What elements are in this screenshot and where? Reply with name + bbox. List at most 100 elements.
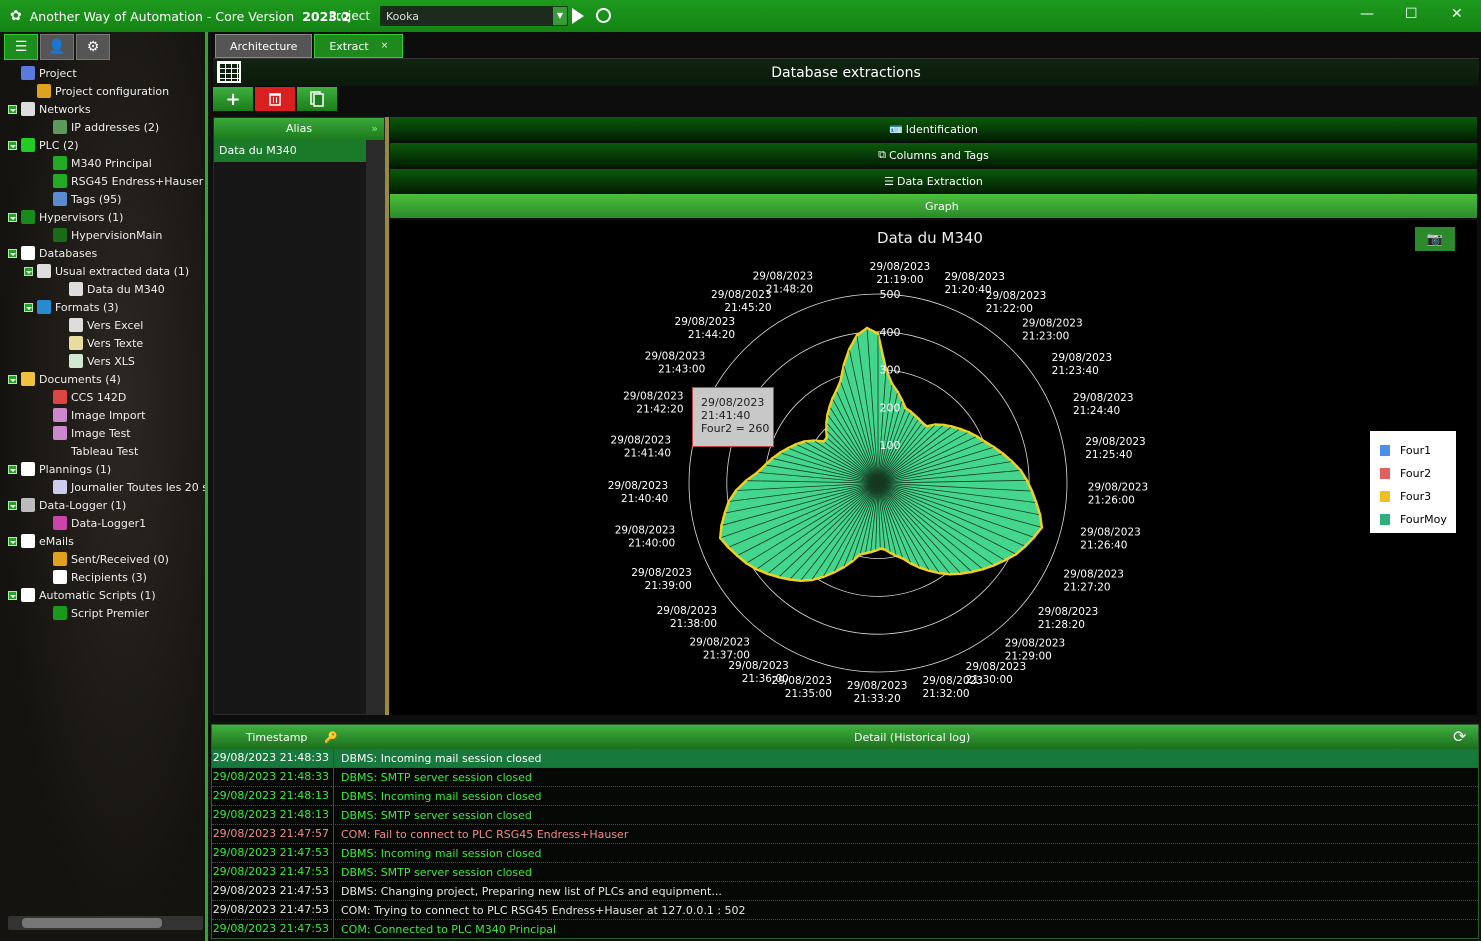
- maximize-button[interactable]: ☐: [1405, 6, 1418, 22]
- tree-item[interactable]: eMails: [0, 532, 205, 550]
- tree-item[interactable]: Project configuration: [0, 82, 205, 100]
- log-row[interactable]: 29/08/2023 21:47:53 DBMS: Changing projec…: [212, 882, 1478, 901]
- expand-toggle[interactable]: [8, 374, 17, 384]
- section-data-extraction[interactable]: ☰ Data Extraction: [390, 169, 1477, 193]
- tree-item[interactable]: RSG45 Endress+Hauser: [0, 172, 205, 190]
- tree-item[interactable]: Data-Logger (1): [0, 496, 205, 514]
- tree-item[interactable]: PLC (2): [0, 136, 205, 154]
- tree-tab[interactable]: ☰: [4, 34, 38, 60]
- globe-icon[interactable]: [596, 8, 611, 23]
- close-tab-icon[interactable]: ×: [381, 41, 389, 51]
- tree-item[interactable]: Databases: [0, 244, 205, 262]
- users-tab[interactable]: 👤: [40, 34, 74, 60]
- section-identification[interactable]: 🪪 Identification: [390, 117, 1477, 141]
- log-row[interactable]: 29/08/2023 21:47:53 COM: Connected to PLC…: [212, 920, 1478, 939]
- refresh-icon[interactable]: ⟳: [1453, 727, 1466, 746]
- app-title: Another Way of Automation - Core Version: [29, 8, 295, 24]
- tree-item[interactable]: Hypervisors (1): [0, 208, 205, 226]
- log-row[interactable]: 29/08/2023 21:48:13 DBMS: Incoming mail s…: [212, 787, 1478, 806]
- tree-item[interactable]: Tags (95): [0, 190, 205, 208]
- data-point: [917, 417, 920, 421]
- tree-item[interactable]: Plannings (1): [0, 460, 205, 478]
- splitter[interactable]: [385, 117, 389, 715]
- tree-item-label: Data-Logger (1): [39, 498, 127, 512]
- tree-item[interactable]: Project: [0, 64, 205, 82]
- tree-item-label: Usual extracted data (1): [55, 264, 190, 278]
- scroll-thumb[interactable]: [22, 918, 162, 928]
- tree-item[interactable]: Networks: [0, 100, 205, 118]
- angle-label: 29/08/2023 21:23:00: [1022, 317, 1083, 342]
- tree-item[interactable]: Vers Texte: [0, 334, 205, 352]
- section-graph[interactable]: Graph: [390, 194, 1477, 218]
- expand-toggle[interactable]: [8, 536, 17, 546]
- expand-toggle[interactable]: [8, 500, 17, 510]
- tree-item[interactable]: CCS 142D: [0, 388, 205, 406]
- play-icon[interactable]: [572, 8, 584, 24]
- tree-item[interactable]: Automatic Scripts (1): [0, 586, 205, 604]
- col-detail[interactable]: Detail (Historical log): [854, 731, 970, 744]
- radial-tick-label: 300: [880, 364, 901, 377]
- legend-item[interactable]: Four2: [1380, 462, 1456, 485]
- tree-item[interactable]: Tableau Test: [0, 442, 205, 460]
- alias-scrollbar[interactable]: [366, 140, 384, 714]
- log-row[interactable]: 29/08/2023 21:48:33 DBMS: Incoming mail s…: [212, 749, 1478, 768]
- tree-item[interactable]: Recipients (3): [0, 568, 205, 586]
- alias-row[interactable]: Data du M340: [214, 140, 366, 162]
- close-button[interactable]: ✕: [1451, 6, 1463, 22]
- tree-item[interactable]: Data du M340: [0, 280, 205, 298]
- horizontal-scrollbar[interactable]: [8, 916, 203, 930]
- log-message: DBMS: SMTP server session closed: [341, 808, 532, 822]
- copy-button[interactable]: [297, 87, 337, 111]
- expand-toggle[interactable]: [8, 464, 17, 474]
- tree-item[interactable]: Journalier Toutes les 20 secondes: [0, 478, 205, 496]
- project-select[interactable]: Kooka ▼: [380, 6, 568, 26]
- tree-item[interactable]: Usual extracted data (1): [0, 262, 205, 280]
- expand-toggle[interactable]: [8, 104, 17, 114]
- tree-item[interactable]: Data-Logger1: [0, 514, 205, 532]
- legend-label: Four1: [1400, 444, 1432, 457]
- log-row[interactable]: 29/08/2023 21:48:13 DBMS: SMTP server ses…: [212, 806, 1478, 825]
- log-row[interactable]: 29/08/2023 21:47:53 COM: Trying to connec…: [212, 901, 1478, 920]
- log-row[interactable]: 29/08/2023 21:47:53 DBMS: Incoming mail s…: [212, 844, 1478, 863]
- legend-item[interactable]: FourMoy: [1380, 508, 1456, 531]
- log-row[interactable]: 29/08/2023 21:48:33 DBMS: SMTP server ses…: [212, 768, 1478, 787]
- log-row[interactable]: 29/08/2023 21:47:57 COM: Fail to connect …: [212, 825, 1478, 844]
- log-row[interactable]: 29/08/2023 21:47:53 DBMS: SMTP server ses…: [212, 863, 1478, 882]
- expand-toggle[interactable]: [24, 302, 33, 312]
- expand-toggle[interactable]: [8, 248, 17, 258]
- tree-item[interactable]: Documents (4): [0, 370, 205, 388]
- expand-toggle[interactable]: [8, 590, 17, 600]
- settings-tab[interactable]: ⚙: [76, 34, 110, 60]
- add-button[interactable]: +: [213, 87, 253, 111]
- chevron-down-icon[interactable]: ▼: [553, 7, 567, 25]
- legend-item[interactable]: Four1: [1380, 439, 1456, 462]
- expand-toggle[interactable]: [8, 212, 17, 222]
- data-point: [865, 326, 869, 330]
- section-columns-and-tags[interactable]: ⧉ Columns and Tags: [390, 143, 1477, 167]
- alias-header[interactable]: Alias »: [214, 118, 384, 140]
- legend-label: Four3: [1400, 490, 1432, 503]
- tree-item[interactable]: Formats (3): [0, 298, 205, 316]
- tree-item[interactable]: IP addresses (2): [0, 118, 205, 136]
- tree-item[interactable]: Image Import: [0, 406, 205, 424]
- clipboard-icon: [21, 588, 35, 602]
- tab-architecture[interactable]: Architecture: [215, 34, 313, 58]
- tree-item[interactable]: Vers Excel: [0, 316, 205, 334]
- expand-toggle[interactable]: [24, 266, 33, 276]
- data-point: [934, 423, 937, 426]
- minimize-button[interactable]: —: [1360, 6, 1374, 22]
- tree-item[interactable]: Script Premier: [0, 604, 205, 622]
- expand-toggle[interactable]: [8, 140, 17, 150]
- tree-item[interactable]: HypervisionMain: [0, 226, 205, 244]
- col-timestamp[interactable]: Timestamp: [246, 731, 307, 744]
- tree-item[interactable]: Vers XLS: [0, 352, 205, 370]
- tree-item[interactable]: M340 Principal: [0, 154, 205, 172]
- data-point: [831, 397, 834, 400]
- tree-item[interactable]: Image Test: [0, 424, 205, 442]
- tree-item[interactable]: Sent/Received (0): [0, 550, 205, 568]
- legend-item[interactable]: Four3: [1380, 485, 1456, 508]
- section-label: Columns and Tags: [888, 148, 989, 162]
- tab-extract[interactable]: Extract ×: [314, 34, 404, 58]
- sort-icon[interactable]: »: [371, 118, 378, 140]
- delete-button[interactable]: [255, 87, 295, 111]
